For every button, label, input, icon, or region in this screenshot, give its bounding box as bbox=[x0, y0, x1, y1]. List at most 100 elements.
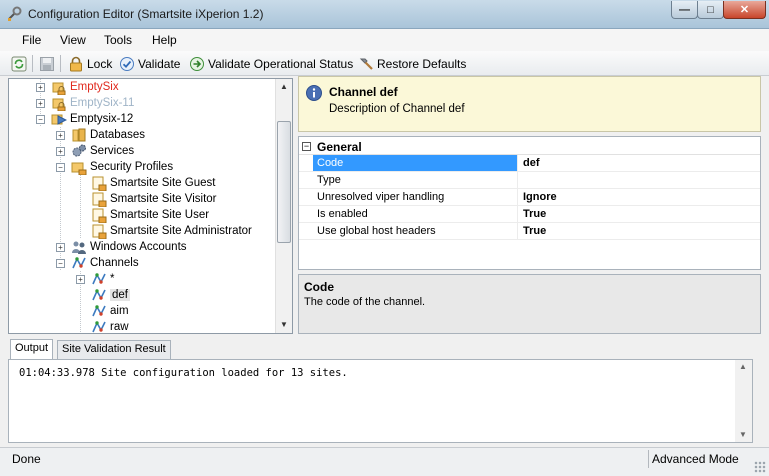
collapse-toggle[interactable]: − bbox=[56, 259, 65, 268]
tree-item-channels[interactable]: Channels bbox=[71, 255, 139, 271]
property-help: Code The code of the channel. bbox=[298, 274, 761, 334]
restore-defaults-label: Restore Defaults bbox=[377, 56, 467, 71]
tree-item-channel-raw[interactable]: raw bbox=[91, 319, 129, 333]
property-name: Use global host headers bbox=[313, 223, 518, 239]
scroll-down-arrow[interactable]: ▼ bbox=[735, 428, 751, 442]
property-value[interactable]: def bbox=[523, 155, 540, 171]
info-icon bbox=[306, 85, 322, 101]
tree-item-emptysix[interactable]: EmptySix bbox=[51, 79, 119, 95]
site-locked-icon bbox=[52, 98, 66, 111]
category-label: General bbox=[317, 140, 362, 154]
tree-item-emptysix-12[interactable]: Emptysix-12 bbox=[51, 111, 133, 127]
lock-label: Lock bbox=[87, 56, 113, 71]
collapse-toggle[interactable]: − bbox=[302, 142, 311, 151]
help-description: The code of the channel. bbox=[304, 296, 426, 308]
help-title: Code bbox=[304, 280, 334, 294]
property-row-code[interactable]: Code def bbox=[299, 155, 760, 172]
tree-item-services[interactable]: Services bbox=[71, 143, 134, 159]
tree-label: Smartsite Site Visitor bbox=[110, 193, 217, 205]
property-row-is-enabled[interactable]: Is enabled True bbox=[299, 206, 760, 223]
lock-button[interactable]: Lock bbox=[68, 55, 112, 72]
menu-tools[interactable]: Tools bbox=[104, 33, 132, 47]
scroll-up-arrow[interactable]: ▲ bbox=[276, 79, 292, 95]
tree-item-guest[interactable]: Smartsite Site Guest bbox=[91, 175, 215, 191]
check-icon bbox=[120, 56, 134, 71]
scroll-thumb[interactable] bbox=[277, 121, 291, 243]
tree-label: raw bbox=[110, 321, 129, 333]
tree-item-channel-def[interactable]: def bbox=[91, 287, 130, 303]
validate-operational-button[interactable]: Validate Operational Status bbox=[189, 55, 353, 72]
selection-title: Channel def bbox=[329, 85, 398, 99]
channel-icon bbox=[92, 273, 106, 285]
tab-output[interactable]: Output bbox=[10, 339, 54, 359]
tree-scrollbar[interactable]: ▲ ▼ bbox=[275, 79, 292, 333]
scroll-down-arrow[interactable]: ▼ bbox=[276, 317, 292, 333]
validate-label: Validate bbox=[138, 56, 181, 71]
minimize-button[interactable]: — bbox=[671, 1, 698, 19]
close-button[interactable]: ✕ bbox=[723, 1, 766, 19]
hammer-icon bbox=[359, 58, 373, 70]
menu-bar: File View Tools Help bbox=[0, 29, 769, 51]
site-tree[interactable]: + EmptySix + EmptySix-11 − Emptysix-12 + bbox=[8, 78, 293, 334]
tree-label: * bbox=[110, 273, 115, 285]
tree-label: EmptySix-11 bbox=[70, 97, 135, 109]
tree-item-channel-aim[interactable]: aim bbox=[91, 303, 129, 319]
tree-item-windows-accounts[interactable]: Windows Accounts bbox=[71, 239, 187, 255]
tree-item-visitor[interactable]: Smartsite Site Visitor bbox=[91, 191, 217, 207]
property-value[interactable]: Ignore bbox=[523, 189, 557, 205]
menu-help[interactable]: Help bbox=[152, 33, 177, 47]
profile-locked-icon bbox=[92, 208, 107, 223]
profile-locked-icon bbox=[92, 192, 107, 207]
property-row-type[interactable]: Type bbox=[299, 172, 760, 189]
expand-toggle[interactable]: + bbox=[76, 275, 85, 284]
tree-label: Smartsite Site User bbox=[110, 209, 210, 221]
lock-icon bbox=[70, 56, 82, 71]
scroll-up-arrow[interactable]: ▲ bbox=[735, 360, 751, 374]
selection-header: Channel def Description of Channel def bbox=[298, 76, 761, 132]
maximize-button[interactable]: □ bbox=[697, 1, 724, 19]
expand-toggle[interactable]: + bbox=[56, 243, 65, 252]
tree-item-channel-star[interactable]: * bbox=[91, 271, 114, 287]
tree-item-emptysix-11[interactable]: EmptySix-11 bbox=[51, 95, 134, 111]
expand-toggle[interactable]: + bbox=[56, 131, 65, 140]
property-row-unresolved-viper[interactable]: Unresolved viper handling Ignore bbox=[299, 189, 760, 206]
property-value[interactable]: True bbox=[523, 223, 546, 239]
tree-label: Databases bbox=[90, 129, 145, 141]
output-pane[interactable]: 01:04:33.978 Site configuration loaded f… bbox=[8, 359, 753, 443]
tab-site-validation[interactable]: Site Validation Result bbox=[57, 340, 171, 359]
gears-icon bbox=[72, 144, 86, 157]
folder-locked-icon bbox=[71, 162, 87, 175]
site-locked-icon bbox=[52, 82, 66, 95]
tree-label: aim bbox=[110, 305, 129, 317]
collapse-toggle[interactable]: − bbox=[56, 163, 65, 172]
tree-label: Security Profiles bbox=[90, 161, 174, 173]
output-scrollbar[interactable]: ▲ ▼ bbox=[735, 360, 752, 442]
profile-locked-icon bbox=[92, 224, 107, 239]
menu-file[interactable]: File bbox=[22, 33, 41, 47]
tree-label: Smartsite Site Guest bbox=[110, 177, 216, 189]
resize-grip[interactable] bbox=[754, 461, 766, 473]
save-button[interactable] bbox=[39, 55, 58, 72]
expand-toggle[interactable]: + bbox=[36, 83, 45, 92]
profile-locked-icon bbox=[92, 176, 107, 191]
channel-icon bbox=[92, 289, 106, 301]
property-row-global-host-headers[interactable]: Use global host headers True bbox=[299, 223, 760, 240]
tree-item-user[interactable]: Smartsite Site User bbox=[91, 207, 209, 223]
tree-item-administrator[interactable]: Smartsite Site Administrator bbox=[91, 223, 252, 239]
property-name: Unresolved viper handling bbox=[313, 189, 518, 205]
property-value[interactable]: True bbox=[523, 206, 546, 222]
validate-button[interactable]: Validate bbox=[119, 55, 180, 72]
restore-defaults-button[interactable]: Restore Defaults bbox=[358, 55, 466, 72]
property-grid[interactable]: − General Code def Type Unresolved viper… bbox=[298, 136, 761, 270]
tree-item-security-profiles[interactable]: Security Profiles bbox=[71, 159, 173, 175]
property-name: Code bbox=[313, 155, 518, 171]
expand-toggle[interactable]: + bbox=[36, 99, 45, 108]
property-name: Is enabled bbox=[313, 206, 518, 222]
refresh-button[interactable] bbox=[11, 55, 30, 72]
tree-item-databases[interactable]: Databases bbox=[71, 127, 145, 143]
tree-label: Channels bbox=[90, 257, 139, 269]
property-category[interactable]: − General bbox=[299, 139, 760, 155]
collapse-toggle[interactable]: − bbox=[36, 115, 45, 124]
menu-view[interactable]: View bbox=[60, 33, 86, 47]
expand-toggle[interactable]: + bbox=[56, 147, 65, 156]
